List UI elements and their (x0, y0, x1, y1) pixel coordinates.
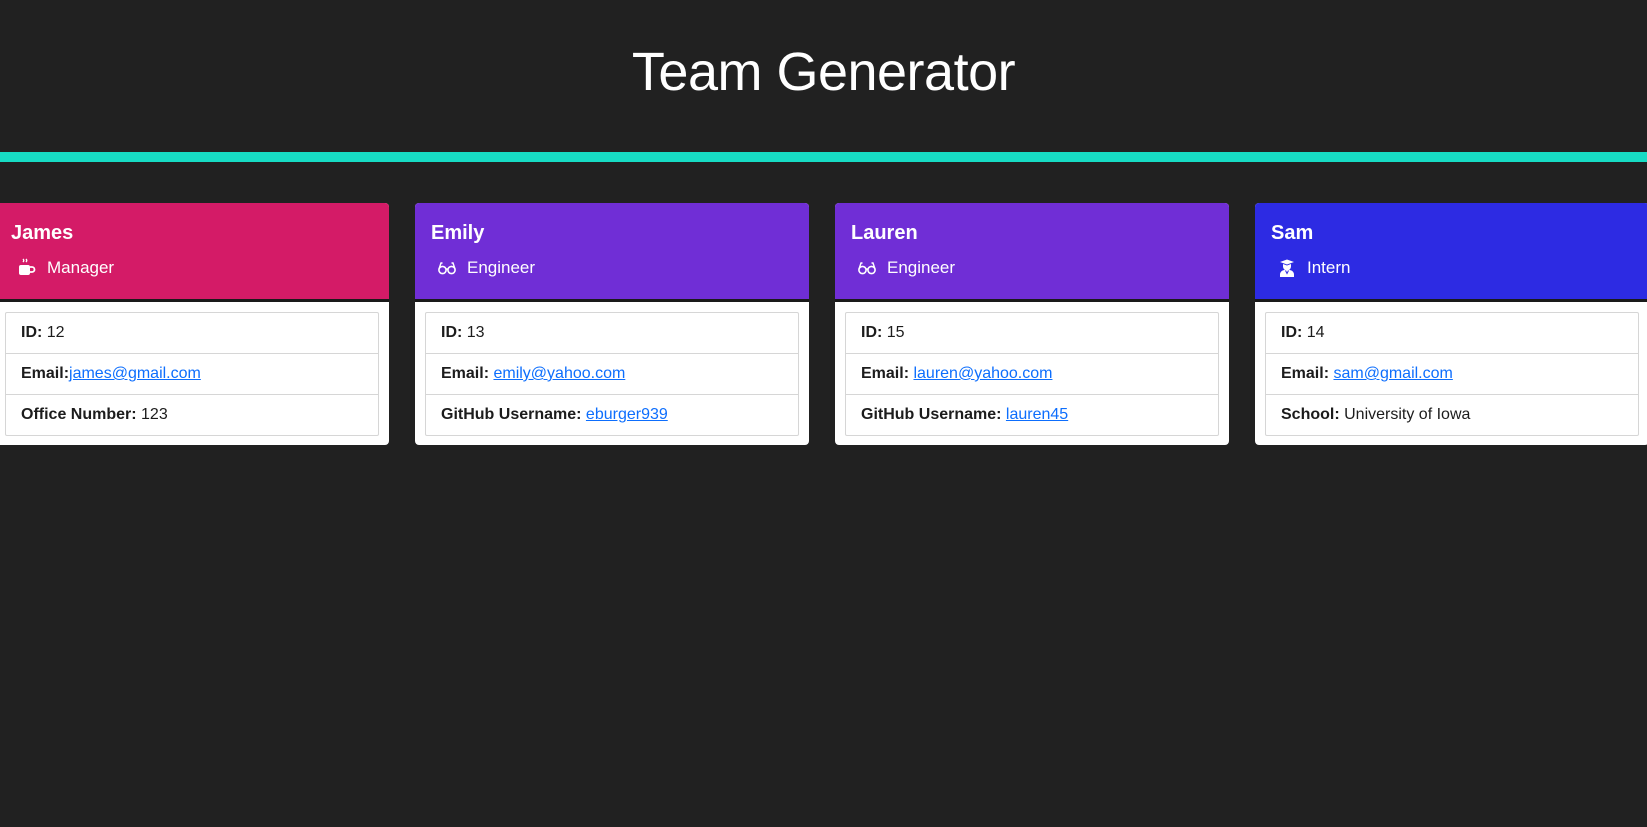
email-label: Email: (441, 365, 490, 382)
employee-name: James (11, 222, 74, 244)
id-value: 13 (466, 324, 485, 341)
card-header: Sam Intern (1255, 203, 1647, 302)
role-label: Intern (1307, 258, 1351, 277)
card-header: James Manager (0, 203, 389, 302)
id-label: ID: (441, 324, 463, 341)
user-graduate-icon (1277, 258, 1297, 278)
github-row: GitHub Username: lauren45 (846, 394, 1218, 435)
id-value: 15 (886, 324, 905, 341)
role-label: Manager (47, 258, 115, 277)
employee-card-lauren: Lauren Engineer ID: 15 Email: lauren@yah… (835, 203, 1229, 445)
id-row: ID: 14 (1266, 313, 1638, 353)
info-list: ID: 12 Email:james@gmail.com Office Numb… (5, 312, 379, 436)
email-row: Email: lauren@yahoo.com (846, 353, 1218, 394)
employee-name: Lauren (851, 222, 918, 244)
id-label: ID: (1281, 324, 1303, 341)
email-row: Email:james@gmail.com (6, 353, 378, 394)
mug-hot-icon (17, 258, 37, 278)
id-value: 14 (1306, 324, 1325, 341)
email-link[interactable]: james@gmail.com (69, 365, 201, 382)
github-row: GitHub Username: eburger939 (426, 394, 798, 435)
glasses-icon (437, 258, 457, 278)
school-value: University of Iowa (1344, 406, 1471, 423)
school-row: School: University of Iowa (1266, 394, 1638, 435)
role-label: Engineer (467, 258, 536, 277)
employee-role: Engineer (437, 257, 535, 279)
email-row: Email: emily@yahoo.com (426, 353, 798, 394)
id-label: ID: (21, 324, 43, 341)
school-label: School: (1281, 406, 1340, 423)
github-link[interactable]: eburger939 (586, 406, 668, 423)
employee-role: Intern (1277, 257, 1350, 279)
employee-name: Sam (1271, 222, 1314, 244)
employee-role: Manager (17, 257, 114, 279)
page-title: Team Generator (631, 42, 1016, 102)
page-header: Team Generator (0, 0, 1647, 152)
email-label: Email: (21, 365, 70, 382)
email-link[interactable]: lauren@yahoo.com (913, 365, 1052, 382)
github-label: GitHub Username: (441, 406, 582, 423)
employee-role: Engineer (857, 257, 955, 279)
id-label: ID: (861, 324, 883, 341)
id-row: ID: 13 (426, 313, 798, 353)
role-label: Engineer (887, 258, 956, 277)
email-label: Email: (861, 365, 910, 382)
glasses-icon (857, 258, 877, 278)
id-value: 12 (46, 324, 65, 341)
employee-card-emily: Emily Engineer ID: 13 Email: emily@yahoo… (415, 203, 809, 445)
email-link[interactable]: emily@yahoo.com (493, 365, 625, 382)
info-list: ID: 13 Email: emily@yahoo.com GitHub Use… (425, 312, 799, 436)
employee-card-sam: Sam Intern ID: 14 Email: sam@gmail.com S… (1255, 203, 1647, 445)
office-number-label: Office Number: (21, 406, 137, 423)
info-list: ID: 15 Email: lauren@yahoo.com GitHub Us… (845, 312, 1219, 436)
email-row: Email: sam@gmail.com (1266, 353, 1638, 394)
github-label: GitHub Username: (861, 406, 1002, 423)
id-row: ID: 12 (6, 313, 378, 353)
employee-card-james: James Manager ID: 12 Email:james@gmail.c… (0, 203, 389, 445)
office-number-value: 123 (141, 406, 168, 423)
office-number-row: Office Number: 123 (6, 394, 378, 435)
id-row: ID: 15 (846, 313, 1218, 353)
github-link[interactable]: lauren45 (1006, 406, 1068, 423)
employee-name: Emily (431, 222, 485, 244)
email-label: Email: (1281, 365, 1330, 382)
card-header: Emily Engineer (415, 203, 809, 302)
card-header: Lauren Engineer (835, 203, 1229, 302)
email-link[interactable]: sam@gmail.com (1333, 365, 1452, 382)
accent-divider (0, 152, 1647, 162)
info-list: ID: 14 Email: sam@gmail.com School: Univ… (1265, 312, 1639, 436)
